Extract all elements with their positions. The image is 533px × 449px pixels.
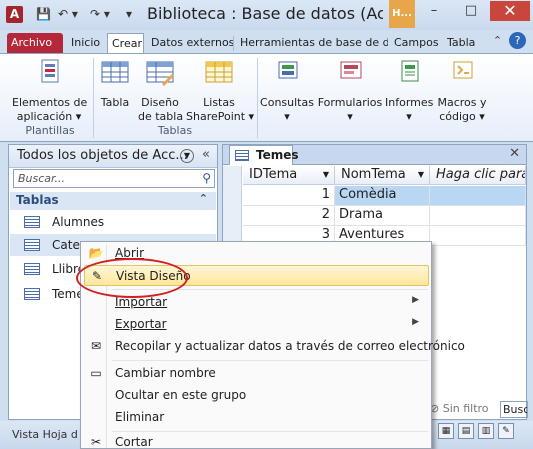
search-icon[interactable]: ⚲ [202,171,211,185]
menu-item-abrir[interactable]: 📂 Abrir [84,243,429,264]
filter-indicator[interactable]: ⊘ Sin filtro [430,402,489,415]
document-tab-bar: Temes ✕ [223,145,526,165]
tab-inicio[interactable]: Inicio [67,33,104,54]
nav-group-tablas[interactable]: Tablas ⌃ [10,192,216,210]
reports-icon [401,60,419,82]
undo-icon[interactable]: ↶ ▾ [58,6,78,23]
table-icon [24,263,40,275]
chevron-down-icon[interactable]: ▼ [180,149,194,163]
forms-button[interactable]: Formularios ▾ [317,58,383,124]
menu-item-cortar[interactable]: ✂ Cortar [84,432,429,449]
column-header-idtema[interactable]: IDTema ▼ [243,166,335,185]
menu-item-cambiar-nombre[interactable]: ▭ Cambiar nombre [84,363,429,384]
close-button[interactable]: ✕ [490,1,530,21]
collect-data-icon: ✉ [90,339,102,353]
minimize-button[interactable]: – [416,1,452,21]
group-divider [93,58,94,138]
close-document-icon[interactable]: ✕ [509,146,520,161]
menu-item-eliminar[interactable]: Eliminar [84,407,429,428]
menu-item-recopilar[interactable]: ✉ Recopilar y actualizar datos a través d… [84,336,465,357]
datasheet-view-icon[interactable]: ▦ [438,423,454,439]
cell-empty[interactable] [430,226,526,246]
nav-pane-header[interactable]: Todos los objetos de Acc... ▼ « [9,145,217,168]
macros-icon [453,61,473,79]
save-icon[interactable]: 💾 [36,6,51,23]
scissors-icon: ✂ [90,435,102,449]
menu-separator [112,360,428,361]
tab-tabla[interactable]: Tabla [443,33,479,54]
collapse-nav-icon[interactable]: « [202,147,210,162]
pivottable-view-icon[interactable]: ▤ [458,423,474,439]
cell-name[interactable]: Drama [335,206,430,226]
access-logo-icon: A [6,6,23,23]
help-icon[interactable]: ? [509,32,526,49]
maximize-button[interactable]: □ [453,1,489,21]
cell-name[interactable]: Comèdia [335,186,430,206]
sort-arrow-icon[interactable]: ▼ [323,170,329,179]
status-text: Vista Hoja d [12,428,78,441]
table-button[interactable]: Tabla [97,58,133,110]
design-view-icon[interactable]: ✎ [498,423,514,439]
customize-qat-icon[interactable]: ▾ [126,6,132,23]
table-icon [235,150,249,161]
tab-datos-externos[interactable]: Datos externos [147,33,238,54]
queries-button[interactable]: Consultas ▾ [259,58,315,124]
submenu-arrow-icon: ▶ [412,317,419,327]
cell-empty[interactable] [430,206,526,226]
group-divider [257,58,258,138]
table-design-icon [146,61,174,86]
group-tablas-label: Tablas [157,124,193,137]
ribbon-minimize-icon[interactable]: ⌃ [489,32,506,49]
open-icon: 📂 [88,246,104,260]
column-header-nomtema[interactable]: NomTema ▼ [335,166,430,185]
macros-code-button[interactable]: Macros y código ▾ [436,58,488,124]
menu-separator [112,289,428,290]
group-plantillas-label: Plantillas [25,124,75,137]
table-icon [101,61,129,83]
app-parts-icon [41,59,59,83]
window-title: Biblioteca : Base de datos (Acces... [147,4,383,23]
tab-herramientas[interactable]: Herramientas de base de da [236,33,388,54]
queries-icon [278,61,298,79]
submenu-arrow-icon: ▶ [412,295,419,305]
context-menu: 📂 Abrir ✎ Vista Diseño Importar ▶ Exportar ▶… [80,241,465,449]
table-icon [24,216,40,228]
sharepoint-lists-button[interactable]: Listas SharePoint ▾ [186,58,254,124]
tab-archivo[interactable]: Archivo [7,33,63,54]
sharepoint-lists-icon [205,61,233,83]
cell-empty[interactable] [430,186,526,206]
menu-item-vista-diseno[interactable]: ✎ Vista Diseño [84,265,429,286]
ribbon: Elementos de aplicación ▾ Plantillas Tab… [0,53,533,142]
pivotchart-view-icon[interactable]: ▥ [478,423,494,439]
rename-icon: ▭ [90,366,102,380]
tab-divider [233,36,234,51]
record-search-input[interactable]: Busc [500,401,528,418]
design-view-icon: ✎ [91,269,103,283]
cell-id[interactable]: 1 [243,186,335,206]
forms-icon [340,61,362,79]
sort-arrow-icon[interactable]: ▼ [418,170,424,179]
tab-crear[interactable]: Crear [107,33,144,54]
menu-item-exportar[interactable]: Exportar ▶ [84,314,429,335]
title-bar: A 💾 ↶ ▾ ↷ ▾ ▾ Biblioteca : Base de datos… [0,0,533,30]
table-icon [24,288,40,300]
menu-item-importar[interactable]: Importar ▶ [84,292,429,313]
table-design-button[interactable]: Diseño de tabla [138,58,183,124]
nav-pane-title: Todos los objetos de Acc... [17,148,188,163]
contextual-tab-header: H... [389,0,415,28]
nav-search-input[interactable]: Buscar... ⚲ [13,169,215,188]
tab-campos[interactable]: Campos [390,33,443,54]
redo-icon[interactable]: ↷ ▾ [90,6,110,23]
cell-id[interactable]: 2 [243,206,335,226]
column-header-add[interactable]: Haga clic para ag [430,166,526,185]
record-nav-bar: ⊘ Sin filtro Busc [428,401,528,419]
collapse-group-icon[interactable]: ⌃ [199,192,208,205]
app-parts-button[interactable]: Elementos de aplicación ▾ [12,58,87,124]
table-icon [24,239,40,251]
ribbon-tabs: Archivo Inicio Crear Datos externos Herr… [0,30,533,54]
reports-button[interactable]: Informes ▾ [385,58,433,124]
tab-temes[interactable]: Temes [229,145,299,165]
menu-item-ocultar[interactable]: Ocultar en este grupo [84,385,429,406]
nav-item-alumnes[interactable]: Alumnes [10,211,216,233]
